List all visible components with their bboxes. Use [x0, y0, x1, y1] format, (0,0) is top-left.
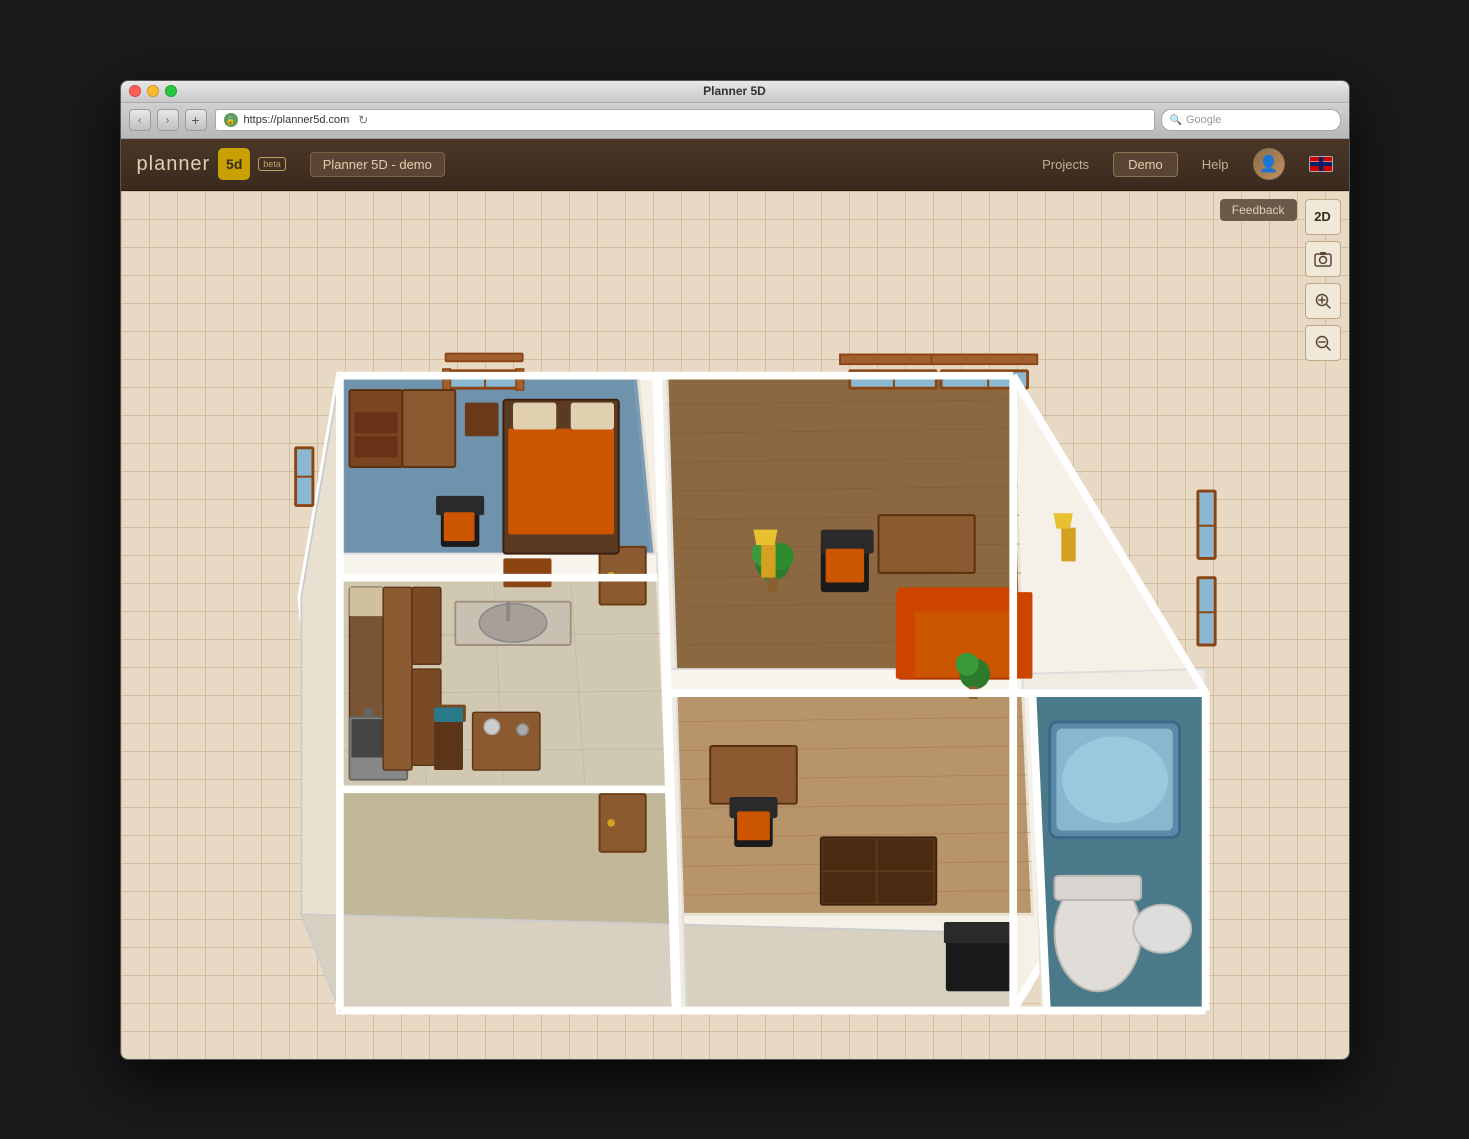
back-button[interactable]: ‹: [129, 109, 151, 131]
refresh-button[interactable]: ↻: [355, 112, 371, 128]
search-bar[interactable]: 🔍 Google: [1161, 109, 1341, 131]
project-name[interactable]: Planner 5D - demo: [310, 152, 445, 177]
new-tab-button[interactable]: +: [185, 109, 207, 131]
url-text: https://planner5d.com: [244, 114, 350, 126]
zoom-out-button[interactable]: [1305, 325, 1341, 361]
browser-window: Planner 5D ‹ › + 🔒 https://planner5d.com…: [120, 80, 1350, 1060]
search-placeholder: Google: [1186, 114, 1221, 126]
logo-5d: 5d: [218, 148, 250, 180]
ssl-lock-icon: 🔒: [224, 113, 238, 127]
close-button[interactable]: [129, 85, 141, 97]
browser-toolbar: ‹ › + 🔒 https://planner5d.com ↻ 🔍 Google: [121, 103, 1349, 139]
zoom-out-icon: [1313, 333, 1333, 353]
window-title: Planner 5D: [703, 84, 766, 98]
camera-icon: [1313, 249, 1333, 269]
title-bar: Planner 5D: [121, 81, 1349, 103]
user-avatar[interactable]: 👤: [1253, 148, 1285, 180]
logo-area: planner 5d beta Planner 5D - demo: [137, 148, 445, 180]
canvas-area[interactable]: Feedback 2D: [121, 191, 1349, 1059]
traffic-lights: [129, 85, 177, 97]
demo-button[interactable]: Demo: [1113, 152, 1178, 177]
nav-links: Projects Demo Help 👤: [1042, 148, 1332, 180]
floor-plan-svg: [141, 241, 1289, 1049]
zoom-in-icon: [1313, 291, 1333, 311]
logo-text: planner: [137, 153, 211, 176]
main-content: Feedback 2D: [121, 191, 1349, 1059]
view-2d-button[interactable]: 2D: [1305, 199, 1341, 235]
app-header: planner 5d beta Planner 5D - demo Projec…: [121, 139, 1349, 191]
search-icon: 🔍: [1170, 115, 1182, 126]
feedback-button[interactable]: Feedback: [1220, 199, 1297, 221]
help-link[interactable]: Help: [1202, 157, 1229, 172]
language-flag[interactable]: [1309, 156, 1333, 172]
minimize-button[interactable]: [147, 85, 159, 97]
url-bar[interactable]: 🔒 https://planner5d.com ↻: [215, 109, 1155, 131]
beta-badge: beta: [258, 157, 286, 171]
screenshot-button[interactable]: [1305, 241, 1341, 277]
maximize-button[interactable]: [165, 85, 177, 97]
right-toolbar: 2D: [1305, 199, 1341, 361]
forward-button[interactable]: ›: [157, 109, 179, 131]
zoom-in-button[interactable]: [1305, 283, 1341, 319]
projects-link[interactable]: Projects: [1042, 157, 1089, 172]
floor-plan[interactable]: [141, 241, 1289, 1049]
